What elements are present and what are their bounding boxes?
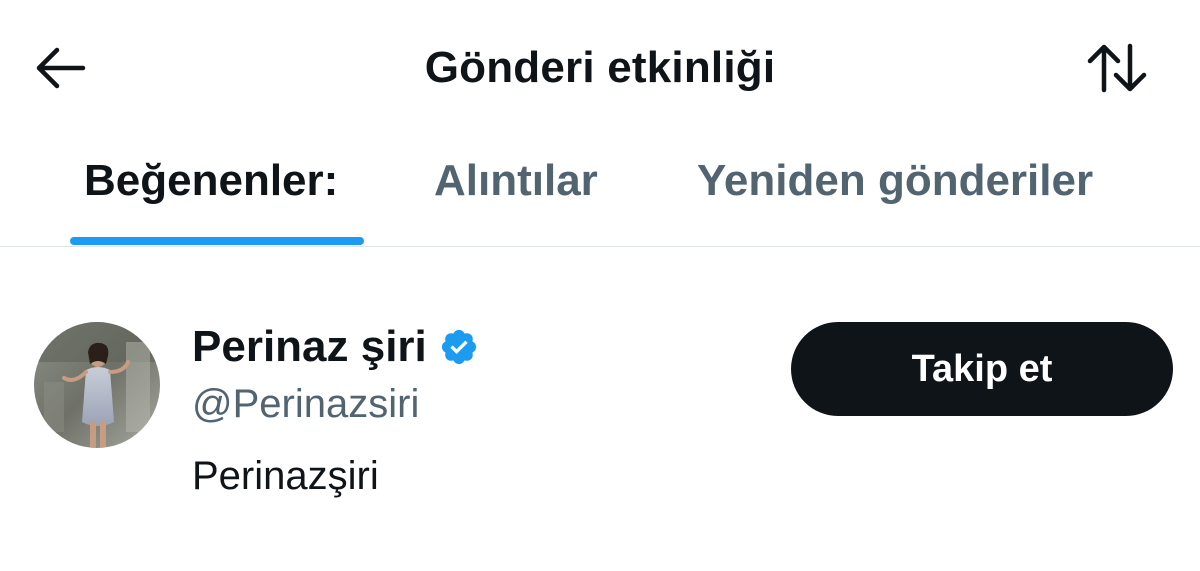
tab-reposts-label: Yeniden gönderiler xyxy=(697,156,1094,205)
top-bar: Gönderi etkinliği xyxy=(0,0,1200,130)
tab-likes-label: Beğenenler: xyxy=(84,156,339,205)
active-tab-indicator xyxy=(70,237,364,245)
profile-photo xyxy=(34,322,160,448)
sort-arrows-icon xyxy=(1087,43,1147,93)
user-cell[interactable]: Perinaz şiri @Perinazsiri Perinazşiri Ta… xyxy=(0,300,1200,520)
tab-reposts[interactable]: Yeniden gönderiler xyxy=(697,154,1093,246)
tab-likes[interactable]: Beğenenler: xyxy=(84,154,338,246)
tab-quotes-label: Alıntılar xyxy=(434,156,598,205)
user-name-line[interactable]: Perinaz şiri xyxy=(192,320,479,374)
verified-badge-icon xyxy=(439,327,479,367)
page-title: Gönderi etkinliği xyxy=(424,43,776,92)
user-bio: Perinazşiri xyxy=(192,454,379,498)
follow-button[interactable]: Takip et xyxy=(791,322,1173,416)
avatar[interactable] xyxy=(34,322,160,448)
user-display-name: Perinaz şiri xyxy=(192,322,427,371)
sort-button[interactable] xyxy=(1082,38,1152,98)
tab-bar: Beğenenler: Alıntılar Yeniden gönderiler xyxy=(0,130,1200,247)
tab-quotes[interactable]: Alıntılar xyxy=(434,154,598,246)
user-handle[interactable]: @Perinazsiri xyxy=(192,378,419,430)
